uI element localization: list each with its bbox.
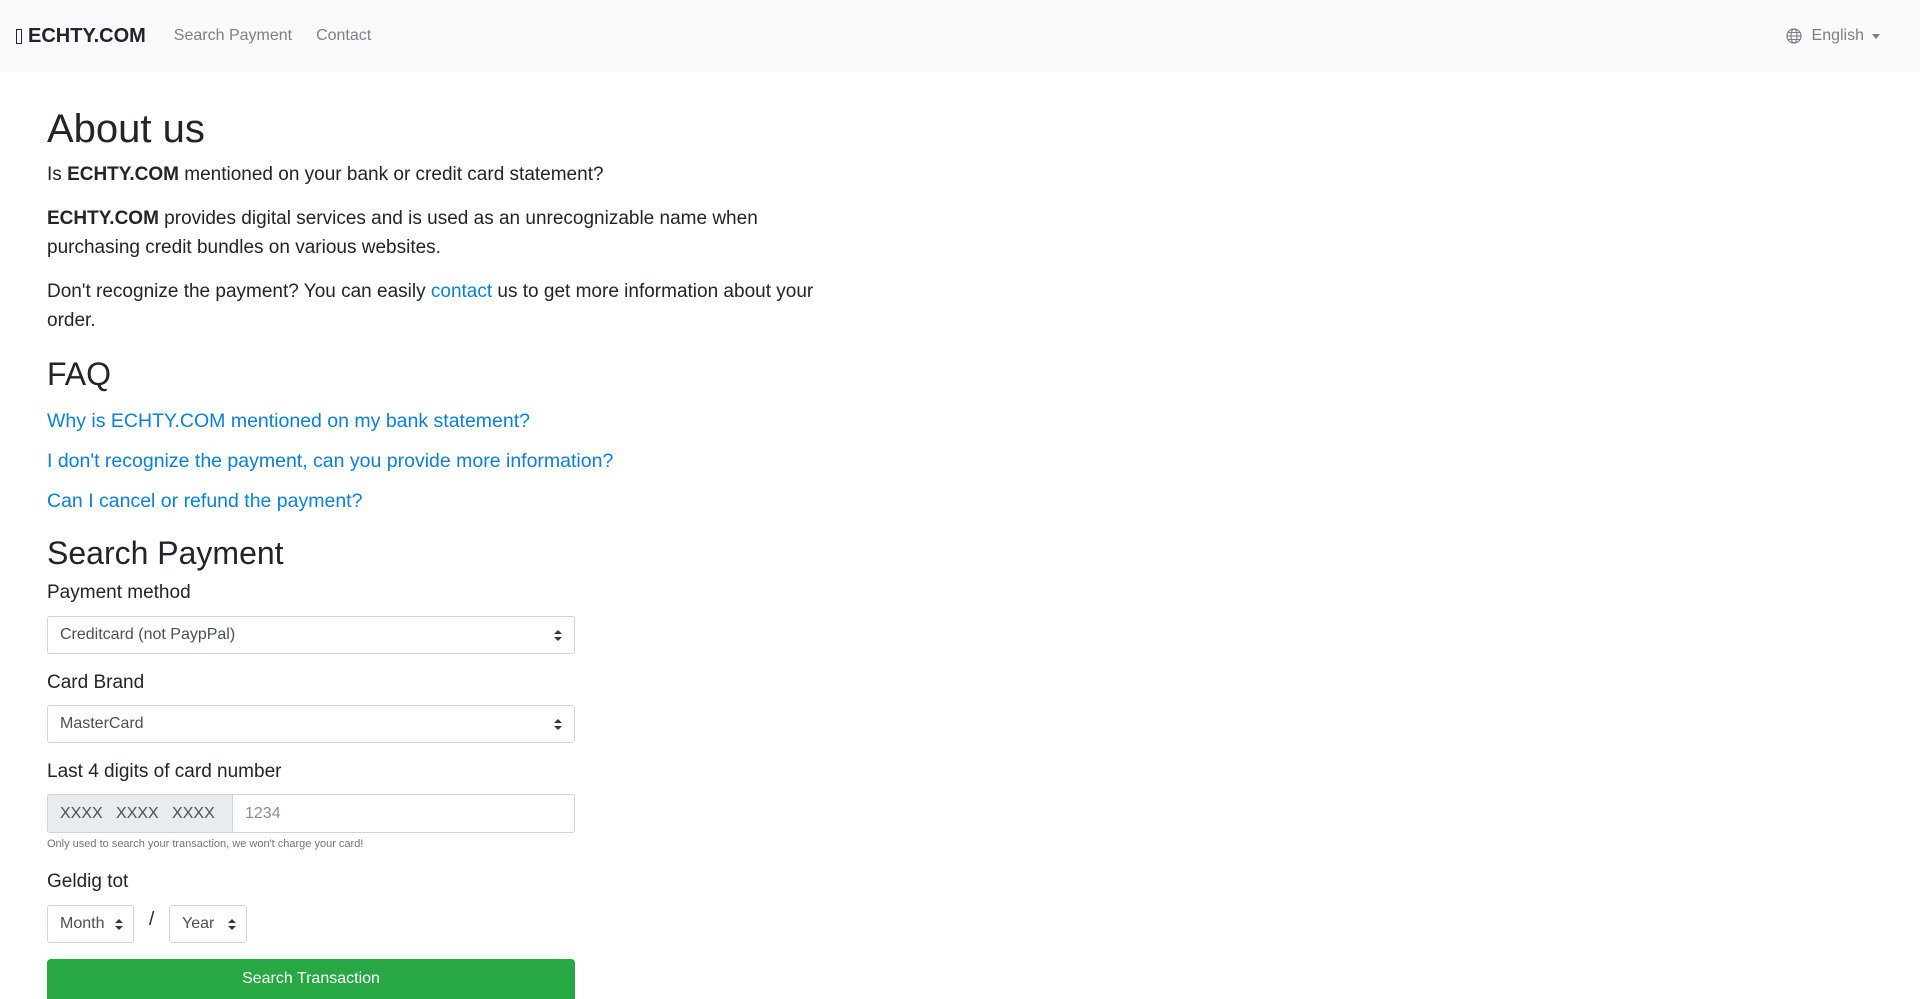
- payment-method-label: Payment method: [47, 582, 191, 603]
- payment-method-value: Creditcard (not PaypPal): [60, 626, 236, 643]
- chevron-down-icon: [1872, 34, 1880, 39]
- card-number-prefix: XXXX XXXX XXXX: [47, 794, 233, 833]
- expiry-month-select[interactable]: Month: [47, 905, 134, 943]
- last4-help-text: Only used to search your transaction, we…: [47, 838, 364, 850]
- brand-icon: [16, 28, 22, 44]
- select-arrows-icon: [228, 919, 236, 931]
- globe-icon: [1785, 28, 1802, 44]
- about-question-post: mentioned on your bank or credit card st…: [178, 164, 604, 185]
- about-p2-pre: Don't recognize the payment? You can eas…: [47, 281, 431, 302]
- expiry-label: Geldig tot: [47, 871, 129, 892]
- payment-method-select[interactable]: Creditcard (not PaypPal): [47, 616, 575, 654]
- language-dropdown[interactable]: English: [1785, 0, 1880, 72]
- faq-heading: FAQ: [47, 356, 112, 392]
- about-p1-brand: ECHTY.COM: [47, 208, 159, 229]
- about-question-brand: ECHTY.COM: [67, 164, 179, 185]
- about-paragraph-2: Don't recognize the payment? You can eas…: [47, 277, 847, 335]
- last4-input-group: XXXX XXXX XXXX 1234: [47, 794, 575, 833]
- nav-link-search-payment[interactable]: Search Payment: [162, 27, 304, 45]
- contact-link[interactable]: contact: [431, 281, 492, 302]
- year-value: Year: [182, 915, 215, 932]
- nav-link-contact[interactable]: Contact: [304, 27, 383, 45]
- search-payment-heading: Search Payment: [47, 535, 284, 571]
- card-brand-label: Card Brand: [47, 672, 145, 693]
- language-label: English: [1811, 27, 1864, 44]
- select-arrows-icon: [554, 719, 562, 731]
- expiry-separator: /: [149, 909, 155, 930]
- search-transaction-button[interactable]: Search Transaction: [47, 959, 575, 999]
- brand-link[interactable]: ECHTY.COM: [16, 25, 146, 48]
- select-arrows-icon: [554, 630, 562, 642]
- card-brand-select[interactable]: MasterCard: [47, 705, 575, 743]
- about-question-pre: Is: [47, 164, 68, 185]
- last4-input[interactable]: 1234: [233, 794, 575, 833]
- month-value: Month: [60, 915, 105, 932]
- faq-link-more-information[interactable]: I don't recognize the payment, can you p…: [47, 447, 613, 475]
- select-arrows-icon: [115, 919, 123, 931]
- last4-label: Last 4 digits of card number: [47, 761, 282, 782]
- navbar: ECHTY.COM Search Payment Contact English: [0, 0, 1920, 72]
- faq-link-bank-statement[interactable]: Why is ECHTY.COM mentioned on my bank st…: [47, 407, 530, 435]
- about-heading: About us: [47, 107, 205, 151]
- about-paragraph-1: ECHTY.COM provides digital services and …: [47, 204, 847, 262]
- brand-name: ECHTY.COM: [28, 24, 146, 47]
- expiry-year-select[interactable]: Year: [169, 905, 247, 943]
- card-brand-value: MasterCard: [60, 715, 144, 732]
- about-question: Is ECHTY.COM mentioned on your bank or c…: [47, 160, 847, 189]
- faq-link-cancel-refund[interactable]: Can I cancel or refund the payment?: [47, 487, 362, 515]
